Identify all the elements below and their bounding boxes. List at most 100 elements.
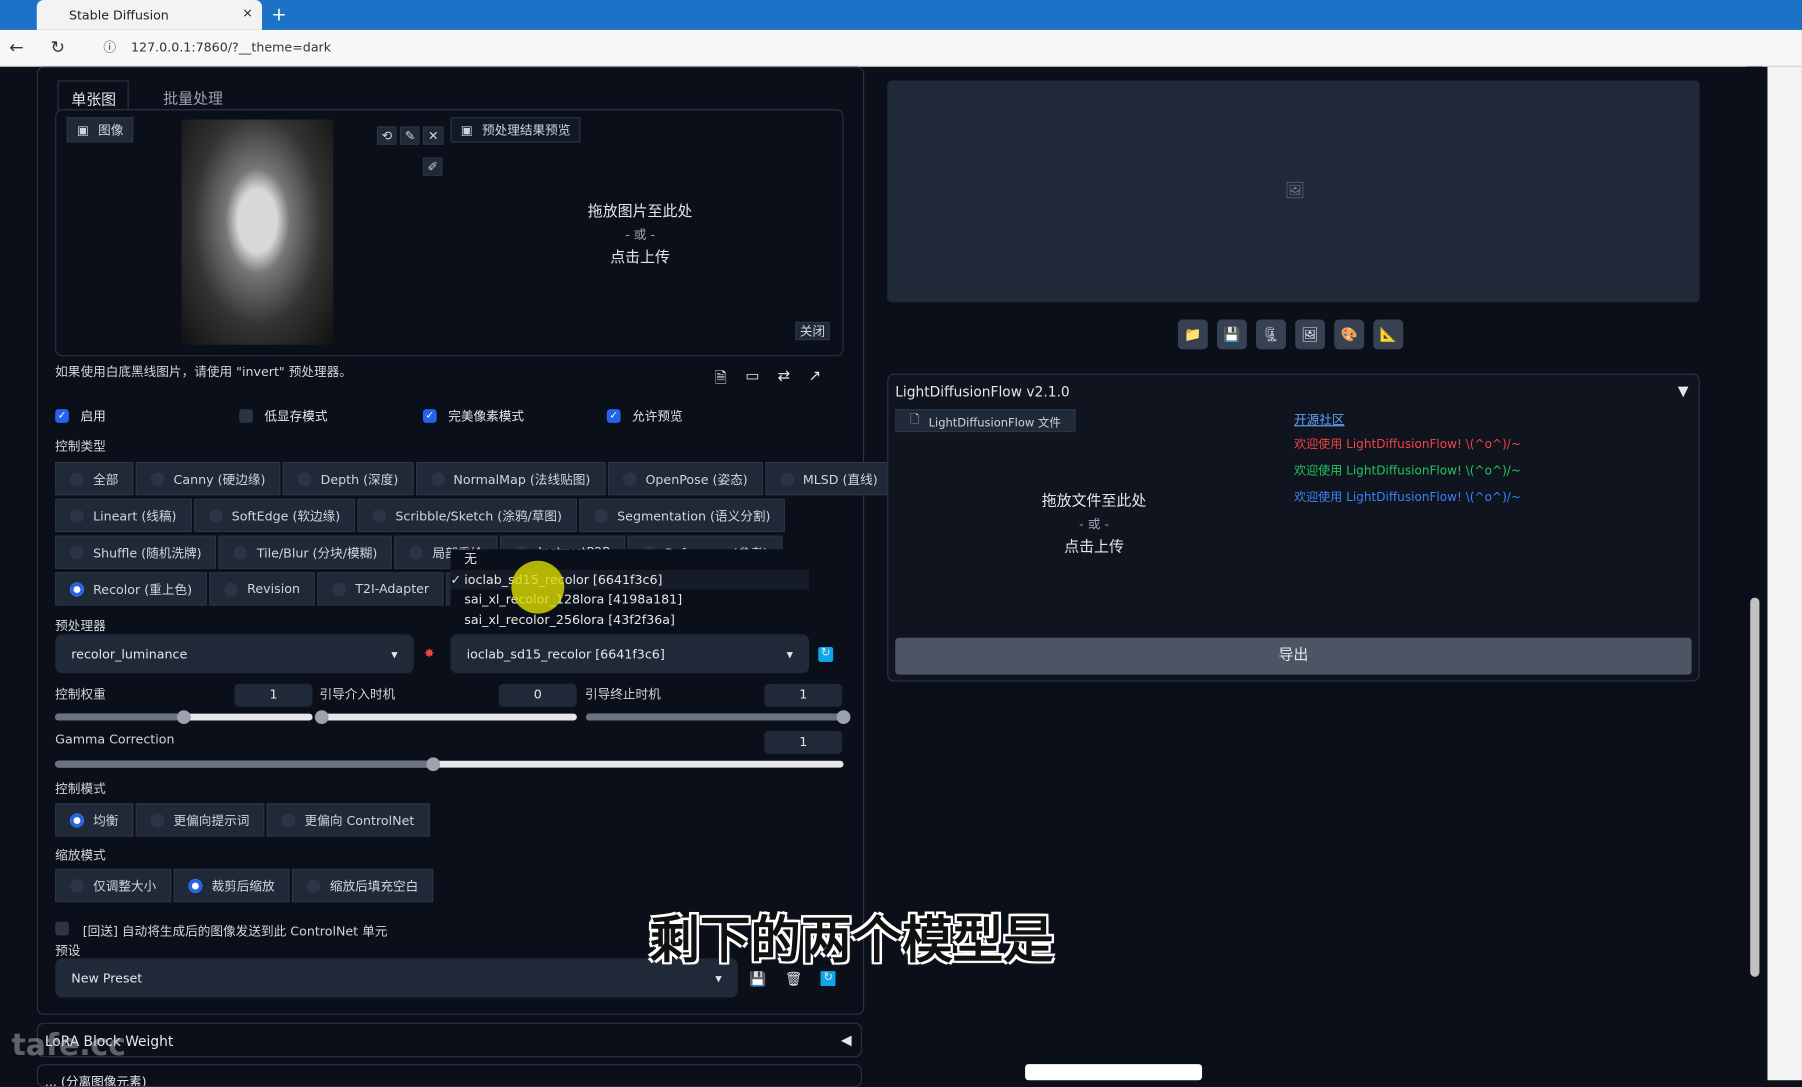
pen-icon[interactable]: ✐ [422, 157, 443, 176]
ime-toolbar[interactable] [1025, 1064, 1203, 1081]
gamma-input[interactable]: 1 [764, 730, 843, 754]
end-input[interactable]: 1 [764, 683, 843, 707]
gamma-slider[interactable] [55, 757, 844, 772]
welcome-message: 欢迎使用 LightDiffusionFlow! \(^o^)/~ [1293, 464, 1521, 479]
lora-block-weight-accordion[interactable]: LoRA Block Weight ◀ [36, 1022, 862, 1058]
radio [70, 545, 84, 560]
save-icon[interactable]: 💾 [1217, 319, 1247, 350]
refresh-icon[interactable]: ↻ [820, 971, 836, 987]
control-type-option[interactable]: Depth (深度) [282, 461, 414, 496]
radio-option[interactable]: 裁剪后缩放 [173, 868, 290, 903]
control-type-option[interactable]: Lineart (线稿) [55, 498, 192, 533]
weight-input[interactable]: 1 [234, 683, 313, 707]
next-accordion[interactable]: ... (分离图像元素) [36, 1064, 862, 1087]
control-type-option[interactable]: Tile/Blur (分块/模糊) [218, 535, 393, 569]
radio [224, 582, 238, 596]
ruler-icon[interactable]: 📐 [1373, 319, 1404, 350]
checkbox[interactable]: ✓ [55, 409, 69, 423]
start-input[interactable]: 0 [498, 683, 577, 707]
preprocessor-select[interactable]: recolor_luminance ▾ [55, 634, 414, 674]
checkbox-option[interactable]: ✓ 完美像素模式 [422, 407, 607, 425]
trash-icon[interactable]: 🗑 [785, 971, 803, 987]
camera-icon[interactable]: ▭ [745, 368, 759, 393]
watermark: tafe.cc [11, 1028, 126, 1064]
control-type-option[interactable]: T2I-Adapter [317, 572, 445, 606]
control-type-option[interactable]: 全部 [55, 461, 134, 496]
checkbox-option[interactable]: ✓ 启用 [55, 407, 239, 425]
info-icon[interactable]: ⓘ [103, 38, 116, 56]
control-type-option[interactable]: Segmentation (语义分割) [579, 498, 786, 533]
folder-icon[interactable]: 📁 [1177, 319, 1208, 350]
loopback-checkbox[interactable]: [回送] 自动将生成后的图像发送到此 ControlNet 单元 [55, 921, 387, 940]
slider-handle[interactable] [176, 710, 191, 724]
checkbox-option[interactable]: ✓ 允许预览 [606, 407, 791, 425]
tab-single-image[interactable]: 单张图片 [57, 80, 129, 131]
browser-tab[interactable]: Stable Diffusion × [36, 0, 263, 30]
radio-option[interactable]: 均衡 [55, 803, 134, 837]
ldf-drop-zone[interactable]: 拖放文件至此处 - 或 - 点击上传 [1011, 491, 1176, 560]
control-type-option[interactable]: Canny (硬边缘) [135, 461, 281, 496]
control-type-label: 控制类型 [55, 438, 106, 454]
run-preprocessor-icon[interactable]: ✸ [424, 646, 435, 661]
radio [233, 545, 248, 560]
slider-handle[interactable] [836, 710, 851, 724]
file-icon[interactable]: 🗎 [715, 368, 727, 393]
back-icon[interactable]: ← [9, 37, 23, 58]
slider-handle[interactable] [314, 710, 329, 724]
file-icon: 🗋 [910, 413, 920, 426]
welcome-message: 欢迎使用 LightDiffusionFlow! \(^o^)/~ [1293, 490, 1521, 505]
drop-zone-text[interactable]: 拖放图片至此处 - 或 - 点击上传 [552, 201, 729, 270]
url-input[interactable]: 127.0.0.1:7860/?__theme=dark [131, 40, 331, 55]
radio-option[interactable]: 仅调整大小 [55, 868, 172, 903]
end-slider[interactable] [586, 710, 851, 724]
palette-icon[interactable]: 🎨 [1334, 319, 1365, 350]
checkbox[interactable] [239, 409, 253, 423]
export-button[interactable]: 导出 [895, 637, 1692, 675]
control-type-option[interactable]: Shuffle (随机洗牌) [55, 535, 217, 569]
zip-icon[interactable]: 🗜 [1256, 319, 1286, 350]
checkbox[interactable]: ✓ [606, 409, 621, 423]
option[interactable]: sai_xl_recolor_256lora [43f2f36a] [464, 610, 809, 630]
option-selected[interactable]: ✓ ioclab_sd15_recolor [6641f3c6] [450, 569, 810, 590]
checkbox[interactable]: ✓ [422, 409, 437, 423]
radio [622, 471, 637, 486]
reload-icon[interactable]: ↻ [51, 37, 65, 58]
start-slider[interactable] [314, 710, 577, 724]
refresh-icon[interactable]: ↻ [818, 646, 834, 662]
control-type-option[interactable]: MLSD (直线) [764, 461, 893, 496]
send-to-img2img-icon[interactable]: 🖼 [1295, 319, 1326, 350]
brush-icon[interactable]: ✎ [400, 126, 420, 145]
save-icon[interactable]: 💾 [749, 971, 766, 987]
collapse-arrow-icon[interactable]: ▼ [1678, 383, 1689, 399]
preset-label: 预设 [55, 943, 81, 959]
radio [306, 878, 321, 893]
radio [70, 582, 84, 596]
send-icon[interactable]: ↗ [809, 368, 822, 393]
control-type-option[interactable]: OpenPose (姿态) [607, 461, 763, 496]
radio-option[interactable]: 更偏向提示词 [135, 803, 265, 837]
close-button[interactable]: 关闭 [795, 321, 830, 341]
close-tab-icon[interactable]: × [242, 6, 253, 21]
new-tab-button[interactable]: + [271, 3, 286, 25]
tab-batch[interactable]: 批量处理 [163, 86, 223, 108]
weight-slider[interactable] [55, 710, 313, 724]
swap-icon[interactable]: ⇄ [778, 368, 791, 393]
control-type-option[interactable]: Scribble/Sketch (涂鸦/草图) [357, 498, 577, 533]
unit-tools: 🗎 ▭ ⇄ ↗ [715, 368, 821, 393]
control-type-option[interactable]: NormalMap (法线贴图) [415, 461, 606, 496]
radio-option[interactable]: 更偏向 ControlNet [266, 803, 430, 837]
control-type-option[interactable]: Revision [209, 572, 315, 606]
radio-option[interactable]: 缩放后填充空白 [291, 868, 434, 903]
option-none[interactable]: 无 [464, 549, 809, 569]
control-type-option[interactable]: SoftEdge (软边缘) [193, 498, 356, 533]
scrollbar-thumb[interactable] [1750, 597, 1760, 977]
undo-icon[interactable]: ⟲ [376, 126, 397, 145]
cursor-highlight [511, 560, 565, 614]
clear-icon[interactable]: ✕ [423, 126, 444, 145]
model-select[interactable]: ioclab_sd15_recolor [6641f3c6] ▾ [450, 634, 810, 674]
control-type-option[interactable]: Recolor (重上色) [55, 572, 207, 606]
preset-select[interactable]: New Preset ▾ [55, 958, 738, 998]
community-link[interactable]: 开源社区 [1294, 410, 1345, 428]
check-icon: ✓ [450, 571, 462, 587]
checkbox-option[interactable]: 低显存模式 [239, 407, 423, 425]
